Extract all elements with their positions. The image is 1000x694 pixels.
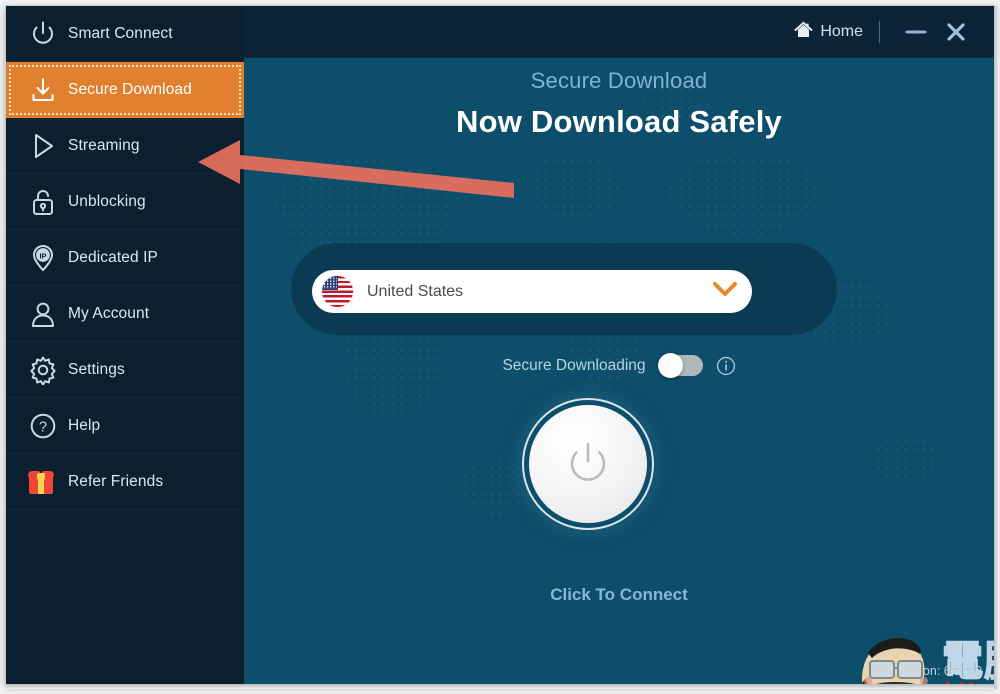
sidebar-item-secure-download[interactable]: Secure Download bbox=[6, 62, 244, 118]
secure-downloading-toggle[interactable] bbox=[657, 353, 703, 378]
download-icon bbox=[28, 75, 68, 105]
flag-united-states-icon bbox=[322, 276, 353, 307]
sidebar-item-label: Help bbox=[68, 416, 101, 434]
chevron-down-icon[interactable] bbox=[712, 281, 738, 302]
ip-pin-icon: IP bbox=[28, 243, 68, 273]
page-subtitle: Secure Download bbox=[530, 68, 708, 93]
home-button[interactable]: Home bbox=[794, 20, 877, 44]
sidebar-item-unblocking[interactable]: Unblocking bbox=[6, 174, 244, 230]
svg-text:?: ? bbox=[39, 419, 47, 435]
connect-power-button[interactable] bbox=[529, 405, 647, 523]
sidebar-item-settings[interactable]: Settings bbox=[6, 342, 244, 398]
play-icon bbox=[28, 131, 68, 161]
gift-icon bbox=[28, 470, 68, 494]
sidebar-item-refer-friends[interactable]: Refer Friends bbox=[6, 454, 244, 510]
sidebar-item-label: Dedicated IP bbox=[68, 248, 158, 266]
version-label: Version: 6.1.0.0 bbox=[895, 664, 982, 678]
sidebar-navigation: Smart Connect Secure Download Streaming bbox=[6, 6, 244, 684]
power-icon bbox=[28, 19, 68, 49]
window-titlebar: Home bbox=[244, 6, 994, 58]
minimize-button[interactable] bbox=[896, 15, 936, 49]
gear-icon bbox=[28, 355, 68, 385]
home-label: Home bbox=[820, 23, 863, 40]
sidebar-item-label: Smart Connect bbox=[68, 24, 173, 42]
secure-downloading-label: Secure Downloading bbox=[502, 356, 646, 374]
application-window: Secure Download Now Download Safely Unit… bbox=[6, 6, 994, 684]
sidebar-item-label: Settings bbox=[68, 360, 125, 378]
toggle-knob bbox=[657, 353, 683, 378]
power-icon bbox=[570, 442, 606, 481]
unlock-icon bbox=[28, 187, 68, 217]
question-icon: ? bbox=[28, 411, 68, 441]
page-headings: Secure Download Now Download Safely bbox=[244, 68, 994, 140]
sidebar-item-label: My Account bbox=[68, 304, 150, 322]
window-right-shadow bbox=[994, 6, 999, 689]
minimize-icon bbox=[905, 30, 927, 34]
info-icon[interactable] bbox=[716, 356, 736, 376]
sidebar-item-my-account[interactable]: My Account bbox=[6, 286, 244, 342]
sidebar-item-dedicated-ip[interactable]: IP Dedicated IP bbox=[6, 230, 244, 286]
close-button[interactable] bbox=[936, 15, 976, 49]
home-icon bbox=[794, 20, 813, 44]
window-bottom-shadow bbox=[6, 684, 994, 689]
country-select-value: United States bbox=[367, 282, 464, 300]
sidebar-item-label: Refer Friends bbox=[68, 472, 164, 490]
user-icon bbox=[28, 299, 68, 329]
titlebar-divider bbox=[879, 21, 880, 43]
svg-text:IP: IP bbox=[40, 251, 47, 260]
country-select[interactable]: United States bbox=[312, 270, 752, 313]
click-to-connect-label[interactable]: Click To Connect bbox=[244, 585, 994, 605]
sidebar-item-label: Secure Download bbox=[68, 81, 192, 98]
secure-downloading-row: Secure Downloading bbox=[244, 353, 994, 378]
sidebar-item-streaming[interactable]: Streaming bbox=[6, 118, 244, 174]
sidebar-item-smart-connect[interactable]: Smart Connect bbox=[6, 6, 244, 62]
sidebar-item-label: Streaming bbox=[68, 136, 140, 154]
sidebar-item-help[interactable]: ? Help bbox=[6, 398, 244, 454]
page-title: Now Download Safely bbox=[456, 104, 782, 139]
close-icon bbox=[947, 23, 965, 41]
sidebar-item-label: Unblocking bbox=[68, 192, 146, 210]
main-content-panel: Secure Download Now Download Safely Unit… bbox=[244, 58, 994, 684]
